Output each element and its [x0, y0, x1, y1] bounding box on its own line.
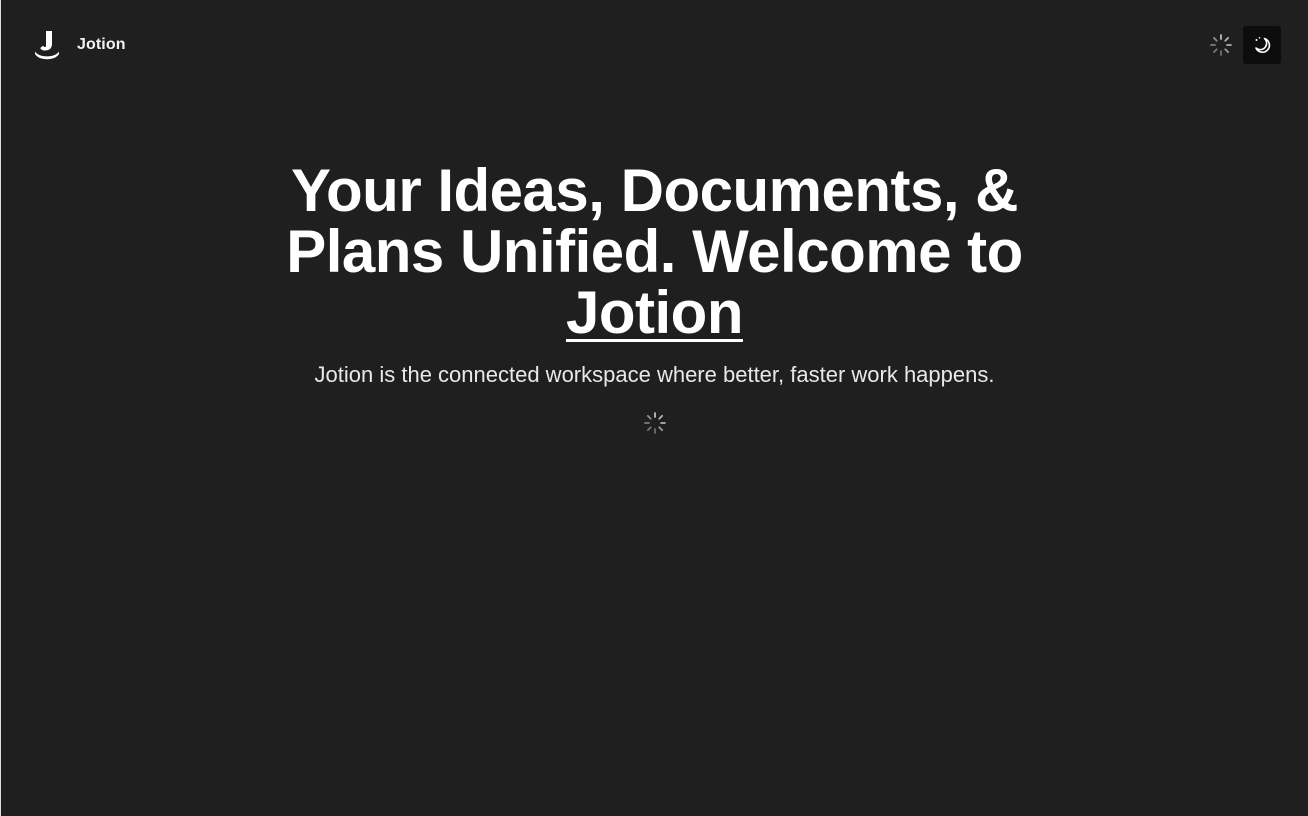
hero-headline: Your Ideas, Documents, & Plans Unified. …: [255, 160, 1055, 343]
hero-section: Your Ideas, Documents, & Plans Unified. …: [1, 160, 1308, 435]
loading-spinner-icon: [643, 412, 666, 434]
hero-headline-text: Your Ideas, Documents, & Plans Unified. …: [286, 157, 1023, 285]
brand-name: Jotion: [77, 36, 126, 53]
jotion-logo-icon: [35, 31, 59, 60]
navbar: Jotion: [1, 0, 1308, 90]
nav-actions: [1209, 26, 1281, 64]
moon-icon: [1255, 37, 1271, 53]
theme-toggle-button[interactable]: [1243, 26, 1281, 64]
loading-spinner-icon: [1210, 34, 1232, 56]
hero-headline-brand: Jotion: [566, 279, 743, 346]
hero-subheadline: Jotion is the connected workspace where …: [314, 362, 995, 387]
brand[interactable]: Jotion: [33, 29, 126, 61]
